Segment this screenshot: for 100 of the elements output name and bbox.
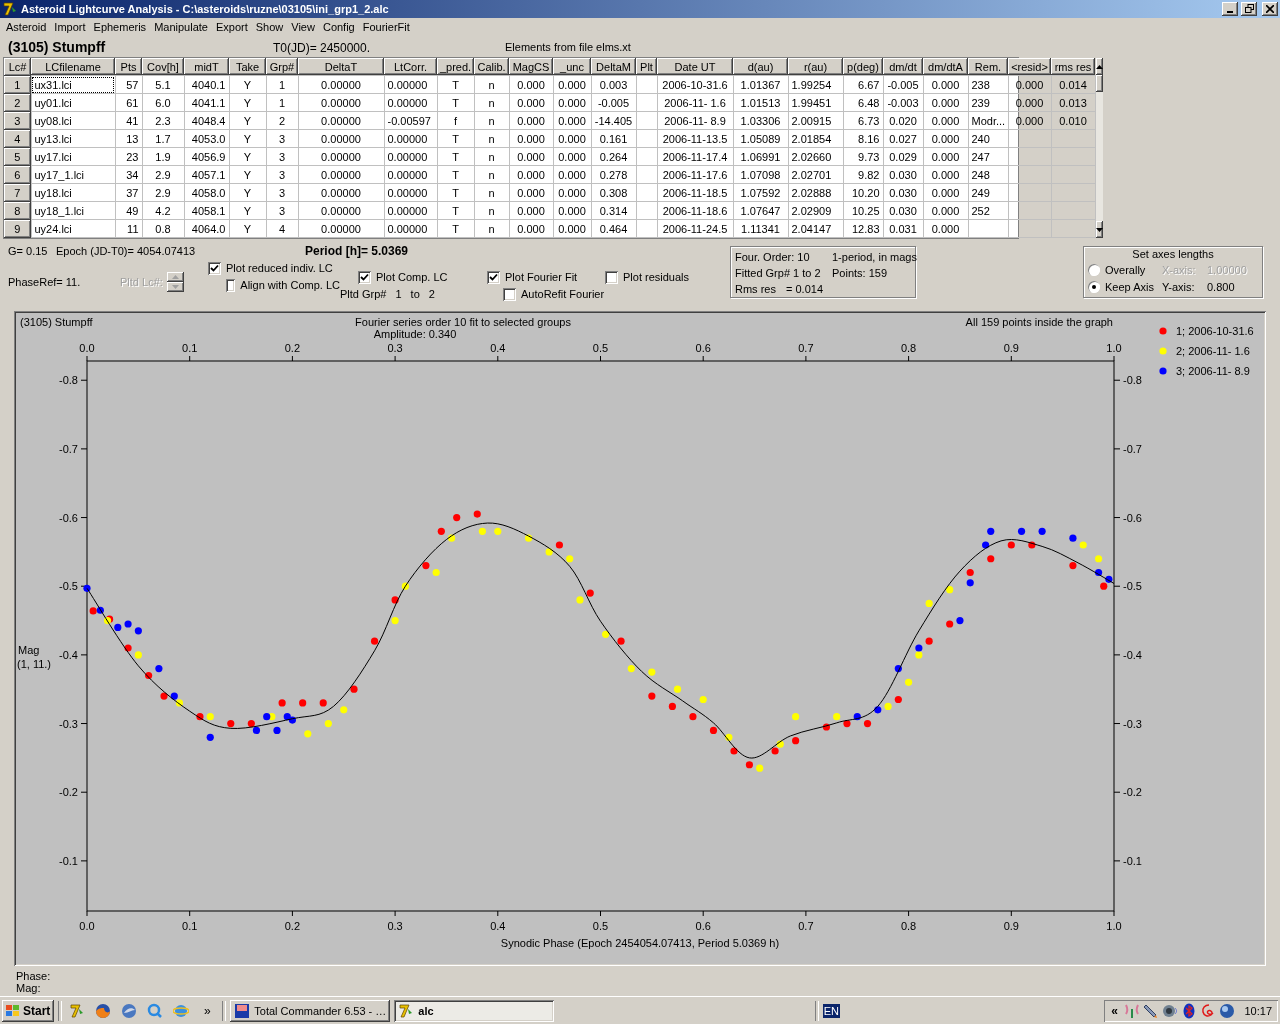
table-cell: 4.2 <box>142 201 184 220</box>
table-cell: 2.00915 <box>788 111 843 130</box>
table-cell: 37 <box>115 183 142 202</box>
table-cell: 0.030 <box>883 201 923 220</box>
table-cell: Y <box>229 129 266 148</box>
table-cell: 10.25 <box>843 201 883 220</box>
chart-title: Fourier series order 10 fit to selected groups <box>355 315 571 328</box>
table-cell: 41 <box>115 111 142 130</box>
table-cell: 3 <box>266 147 298 166</box>
y-tick-label: -0.1 <box>1123 854 1142 867</box>
table-cell: uy13.lci <box>31 129 115 148</box>
table-cell: 11 <box>115 219 142 238</box>
table-cell: 4048.4 <box>184 111 229 130</box>
checkbox-label: Align with Comp. LC <box>240 279 340 292</box>
table-cell: 0.000 <box>1008 111 1051 130</box>
table-cell: 0.00000 <box>384 147 437 166</box>
x-tick-label: 1.0 <box>1106 341 1122 354</box>
table-cell: 0.000 <box>553 201 591 220</box>
table-cell: 0.030 <box>883 183 923 202</box>
table-cell: 0.000 <box>923 165 968 184</box>
table-cell: 1 <box>266 75 298 94</box>
fit-info-text: 1-period, in mags <box>832 251 917 264</box>
table-cell: 1.11341 <box>733 219 788 238</box>
fit-info-text: Points: 159 <box>832 267 888 280</box>
table-cell: 0.000 <box>509 219 553 238</box>
y-tick-label: -0.4 <box>59 648 78 661</box>
table-cell: 0.000 <box>553 147 591 166</box>
table-cell: 2.04147 <box>788 219 843 238</box>
legend-label: 1; 2006-10-31.6 <box>1176 324 1254 337</box>
phase-ref: PhaseRef= 11. <box>8 276 82 289</box>
y-tick-label: -0.2 <box>1123 785 1142 798</box>
table-cell: 3 <box>266 183 298 202</box>
table-cell: 1.05089 <box>733 129 788 148</box>
radio-label: Keep Axis <box>1105 280 1155 293</box>
table-cell: n <box>474 201 509 220</box>
y-tick-label: -0.3 <box>1123 717 1142 730</box>
table-cell: 4 <box>266 219 298 238</box>
table-cell: T <box>437 129 474 148</box>
table-cell: 1.01513 <box>733 93 788 112</box>
table-cell: 2006-11-17.6 <box>657 165 733 184</box>
table-cell: Y <box>229 93 266 112</box>
table-cell: 0.00000 <box>298 93 384 112</box>
table-cell: 23 <box>115 147 142 166</box>
clock: 10:17 <box>1244 1004 1272 1017</box>
table-cell: 0.000 <box>923 201 968 220</box>
table-cell: 1.07592 <box>733 183 788 202</box>
table-cell: 0.029 <box>883 147 923 166</box>
table-cell: 0.000 <box>1008 75 1051 94</box>
x-tick-label: 1.0 <box>1106 919 1122 932</box>
table-cell: uy24.lci <box>31 219 115 238</box>
table-cell: 0.000 <box>553 75 591 94</box>
table-cell: 2006-11-18.5 <box>657 183 733 202</box>
table-cell: 2006-11- 1.6 <box>657 93 733 112</box>
table-cell: 0.00000 <box>298 111 384 130</box>
table-cell: 2006-10-31.6 <box>657 75 733 94</box>
x-tick-label: 0.1 <box>182 919 198 932</box>
table-cell: 247 <box>968 147 1008 166</box>
table-cell: 0.00000 <box>384 75 437 94</box>
table-cell: Modr... <box>968 111 1008 130</box>
table-cell: -0.005 <box>883 75 923 94</box>
pltd-grp-to-label: to <box>410 288 420 301</box>
y-tick-label: -0.4 <box>1123 648 1142 661</box>
table-cell: 0.314 <box>591 201 636 220</box>
table-cell: 0.020 <box>883 111 923 130</box>
table-cell: 6.48 <box>843 93 883 112</box>
x-tick-label: 0.1 <box>182 341 198 354</box>
x-tick-label: 0.4 <box>490 341 506 354</box>
fit-info-text: Four. Order: 10 <box>735 251 811 264</box>
table-cell: Y <box>229 219 266 238</box>
table-cell: 0.000 <box>553 111 591 130</box>
table-cell: 0.000 <box>923 219 968 238</box>
table-cell: 0.000 <box>923 129 968 148</box>
table-cell: 1.7 <box>142 129 184 148</box>
phase-readout: Phase: <box>16 969 52 982</box>
table-cell: uy18.lci <box>31 183 115 202</box>
table-cell: 4058.1 <box>184 201 229 220</box>
table-cell: 0.000 <box>509 93 553 112</box>
table-cell: n <box>474 165 509 184</box>
x-tick-label: 0.0 <box>79 919 95 932</box>
table-cell: Y <box>229 183 266 202</box>
table-cell: 6.67 <box>843 75 883 94</box>
table-cell: 0.264 <box>591 147 636 166</box>
table-cell: 13 <box>115 129 142 148</box>
table-cell: Y <box>229 165 266 184</box>
x-tick-label: 0.6 <box>695 919 711 932</box>
x-axis-label: Synodic Phase (Epoch 2454054.07413, Period 5.0369 h) <box>500 936 780 949</box>
table-cell: T <box>437 201 474 220</box>
table-cell: 3 <box>266 165 298 184</box>
table-cell: 0.014 <box>1051 75 1095 94</box>
chart-object-name: (3105) Stumpff <box>20 315 93 328</box>
table-cell: n <box>474 75 509 94</box>
table-cell: T <box>437 93 474 112</box>
table-cell: T <box>437 183 474 202</box>
table-cell: T <box>437 75 474 94</box>
table-cell: 12.83 <box>843 219 883 238</box>
y-tick-label: -0.8 <box>1123 373 1142 386</box>
table-cell: 1.06991 <box>733 147 788 166</box>
table-cell: 3 <box>266 201 298 220</box>
x-tick-label: 0.8 <box>900 919 917 932</box>
table-cell: 2006-11-17.4 <box>657 147 733 166</box>
